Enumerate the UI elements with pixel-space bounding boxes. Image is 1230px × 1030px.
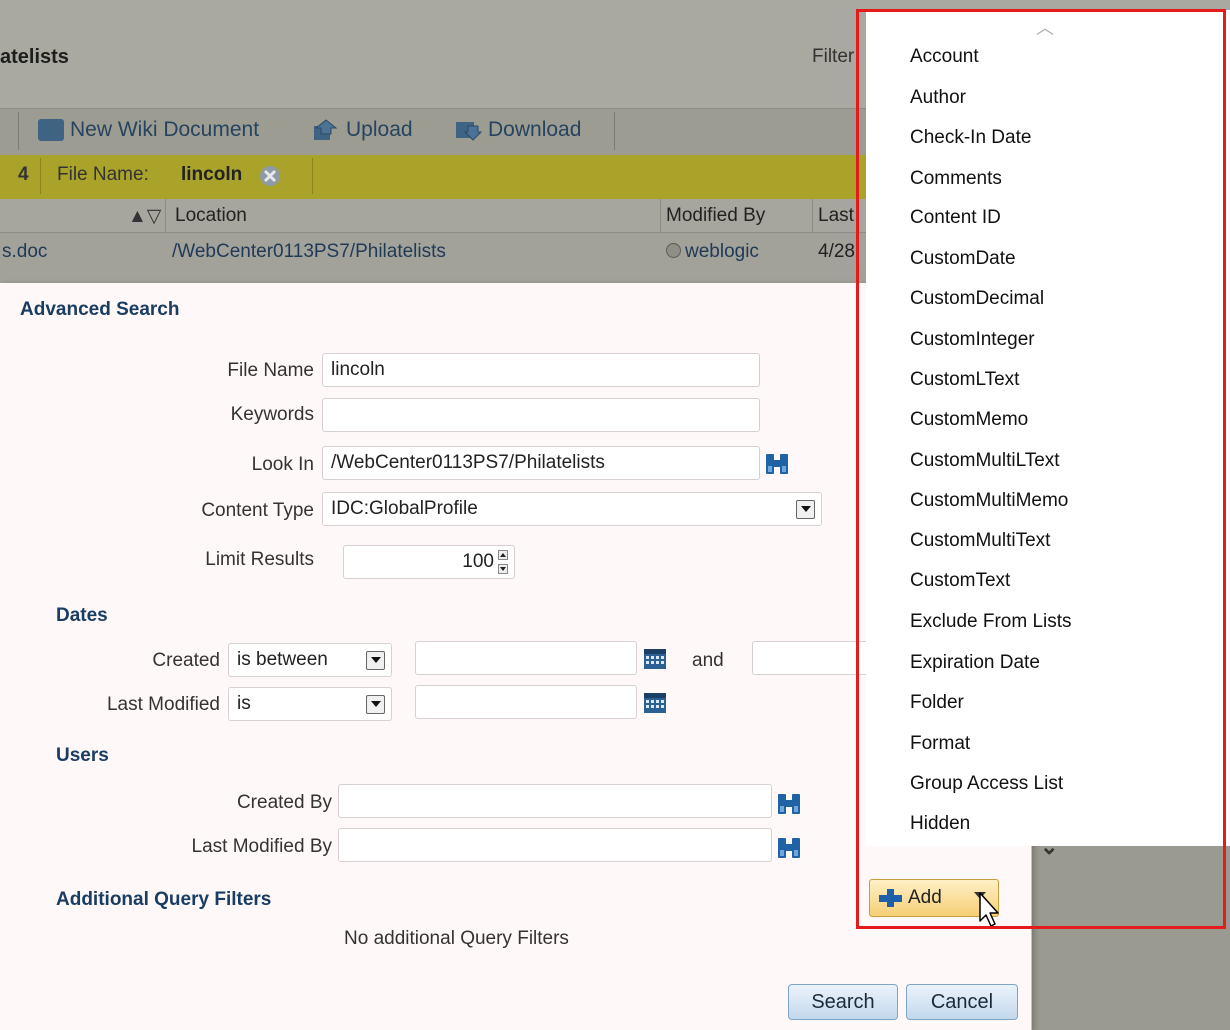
no-filters-text: No additional Query Filters bbox=[344, 928, 569, 949]
table-row bbox=[0, 269, 866, 283]
keywords-field[interactable] bbox=[322, 398, 760, 432]
chevron-down-icon[interactable] bbox=[796, 499, 815, 519]
look-in-label: Look In bbox=[251, 454, 314, 475]
column-separator bbox=[660, 199, 661, 232]
created-by-label: Created By bbox=[236, 792, 332, 813]
file-name-label: File Name bbox=[227, 360, 314, 381]
column-header-modified-by[interactable]: Modified By bbox=[666, 205, 765, 227]
cancel-button[interactable]: Cancel bbox=[906, 984, 1018, 1020]
search-button[interactable]: Search bbox=[788, 984, 898, 1020]
look-in-field[interactable]: /WebCenter0113PS7/Philatelists bbox=[322, 446, 760, 480]
last-modified-by-label: Last Modified By bbox=[191, 836, 332, 857]
remove-filter-icon[interactable] bbox=[258, 164, 282, 188]
new-wiki-document-label: New Wiki Document bbox=[70, 118, 260, 141]
dates-heading: Dates bbox=[56, 605, 108, 626]
filter-label: Filter bbox=[812, 46, 855, 67]
last-modified-operator-value: is bbox=[237, 693, 251, 714]
created-operator-value: is between bbox=[237, 649, 328, 670]
dialog-title: Advanced Search bbox=[20, 299, 180, 320]
download-icon bbox=[456, 122, 482, 141]
chevron-down-icon[interactable] bbox=[366, 650, 385, 670]
browse-binoculars-icon[interactable] bbox=[776, 792, 802, 816]
column-separator bbox=[165, 199, 166, 232]
toolbar-separator bbox=[18, 112, 19, 150]
filter-separator bbox=[40, 158, 41, 194]
row-location[interactable]: /WebCenter0113PS7/Philatelists bbox=[172, 241, 446, 263]
limit-results-spinner[interactable]: 100 bbox=[343, 545, 515, 579]
last-modified-label: Last Modified bbox=[106, 694, 220, 715]
spinner-arrows-icon[interactable] bbox=[498, 550, 510, 574]
presence-icon bbox=[666, 243, 681, 258]
users-heading: Users bbox=[56, 745, 109, 766]
created-end-date-field[interactable] bbox=[752, 641, 866, 675]
calendar-icon[interactable] bbox=[643, 692, 667, 714]
created-label: Created bbox=[152, 650, 220, 671]
column-header-location[interactable]: Location bbox=[175, 205, 247, 227]
toolbar-separator bbox=[614, 112, 615, 150]
content-type-label: Content Type bbox=[201, 500, 314, 521]
file-name-field[interactable]: lincoln bbox=[322, 353, 760, 387]
download-button[interactable]: Download bbox=[454, 116, 581, 144]
chevron-down-icon[interactable] bbox=[366, 694, 385, 714]
sort-arrows-icon[interactable]: ▲▽ bbox=[128, 205, 161, 228]
limit-results-value: 100 bbox=[462, 551, 494, 572]
row-modified-by[interactable]: weblogic bbox=[685, 241, 759, 262]
file-name-filter-value: lincoln bbox=[181, 164, 243, 185]
content-type-value: IDC:GlobalProfile bbox=[331, 498, 478, 519]
wiki-icon bbox=[38, 119, 64, 141]
file-name-filter-label: File Name: bbox=[57, 164, 149, 185]
row-file-name[interactable]: s.doc bbox=[2, 241, 47, 263]
download-label: Download bbox=[488, 118, 582, 141]
calendar-icon[interactable] bbox=[643, 648, 667, 670]
created-operator-select[interactable]: is between bbox=[228, 643, 392, 677]
created-start-date-field[interactable] bbox=[415, 641, 637, 675]
last-modified-by-field[interactable] bbox=[338, 828, 772, 862]
result-count: 4 bbox=[18, 164, 29, 185]
upload-icon bbox=[314, 119, 338, 140]
row-date: 4/28 bbox=[818, 241, 855, 262]
upload-button[interactable]: Upload bbox=[312, 116, 413, 144]
highlight-box bbox=[856, 9, 1226, 929]
upload-label: Upload bbox=[346, 118, 413, 141]
column-header-last-modified[interactable]: Last bbox=[818, 205, 854, 227]
last-modified-date-field[interactable] bbox=[415, 685, 637, 719]
browse-binoculars-icon[interactable] bbox=[764, 452, 790, 476]
last-modified-operator-select[interactable]: is bbox=[228, 687, 392, 721]
column-separator bbox=[812, 199, 813, 232]
browse-binoculars-icon[interactable] bbox=[776, 836, 802, 860]
new-wiki-document-button[interactable]: New Wiki Document bbox=[38, 116, 259, 144]
additional-filters-heading: Additional Query Filters bbox=[56, 889, 272, 910]
created-by-field[interactable] bbox=[338, 784, 772, 818]
filter-separator bbox=[312, 158, 313, 194]
and-label: and bbox=[692, 650, 724, 671]
page-title: atelists bbox=[0, 46, 69, 68]
limit-results-label: Limit Results bbox=[205, 549, 314, 570]
keywords-label: Keywords bbox=[230, 404, 314, 425]
content-type-select[interactable]: IDC:GlobalProfile bbox=[322, 492, 822, 526]
